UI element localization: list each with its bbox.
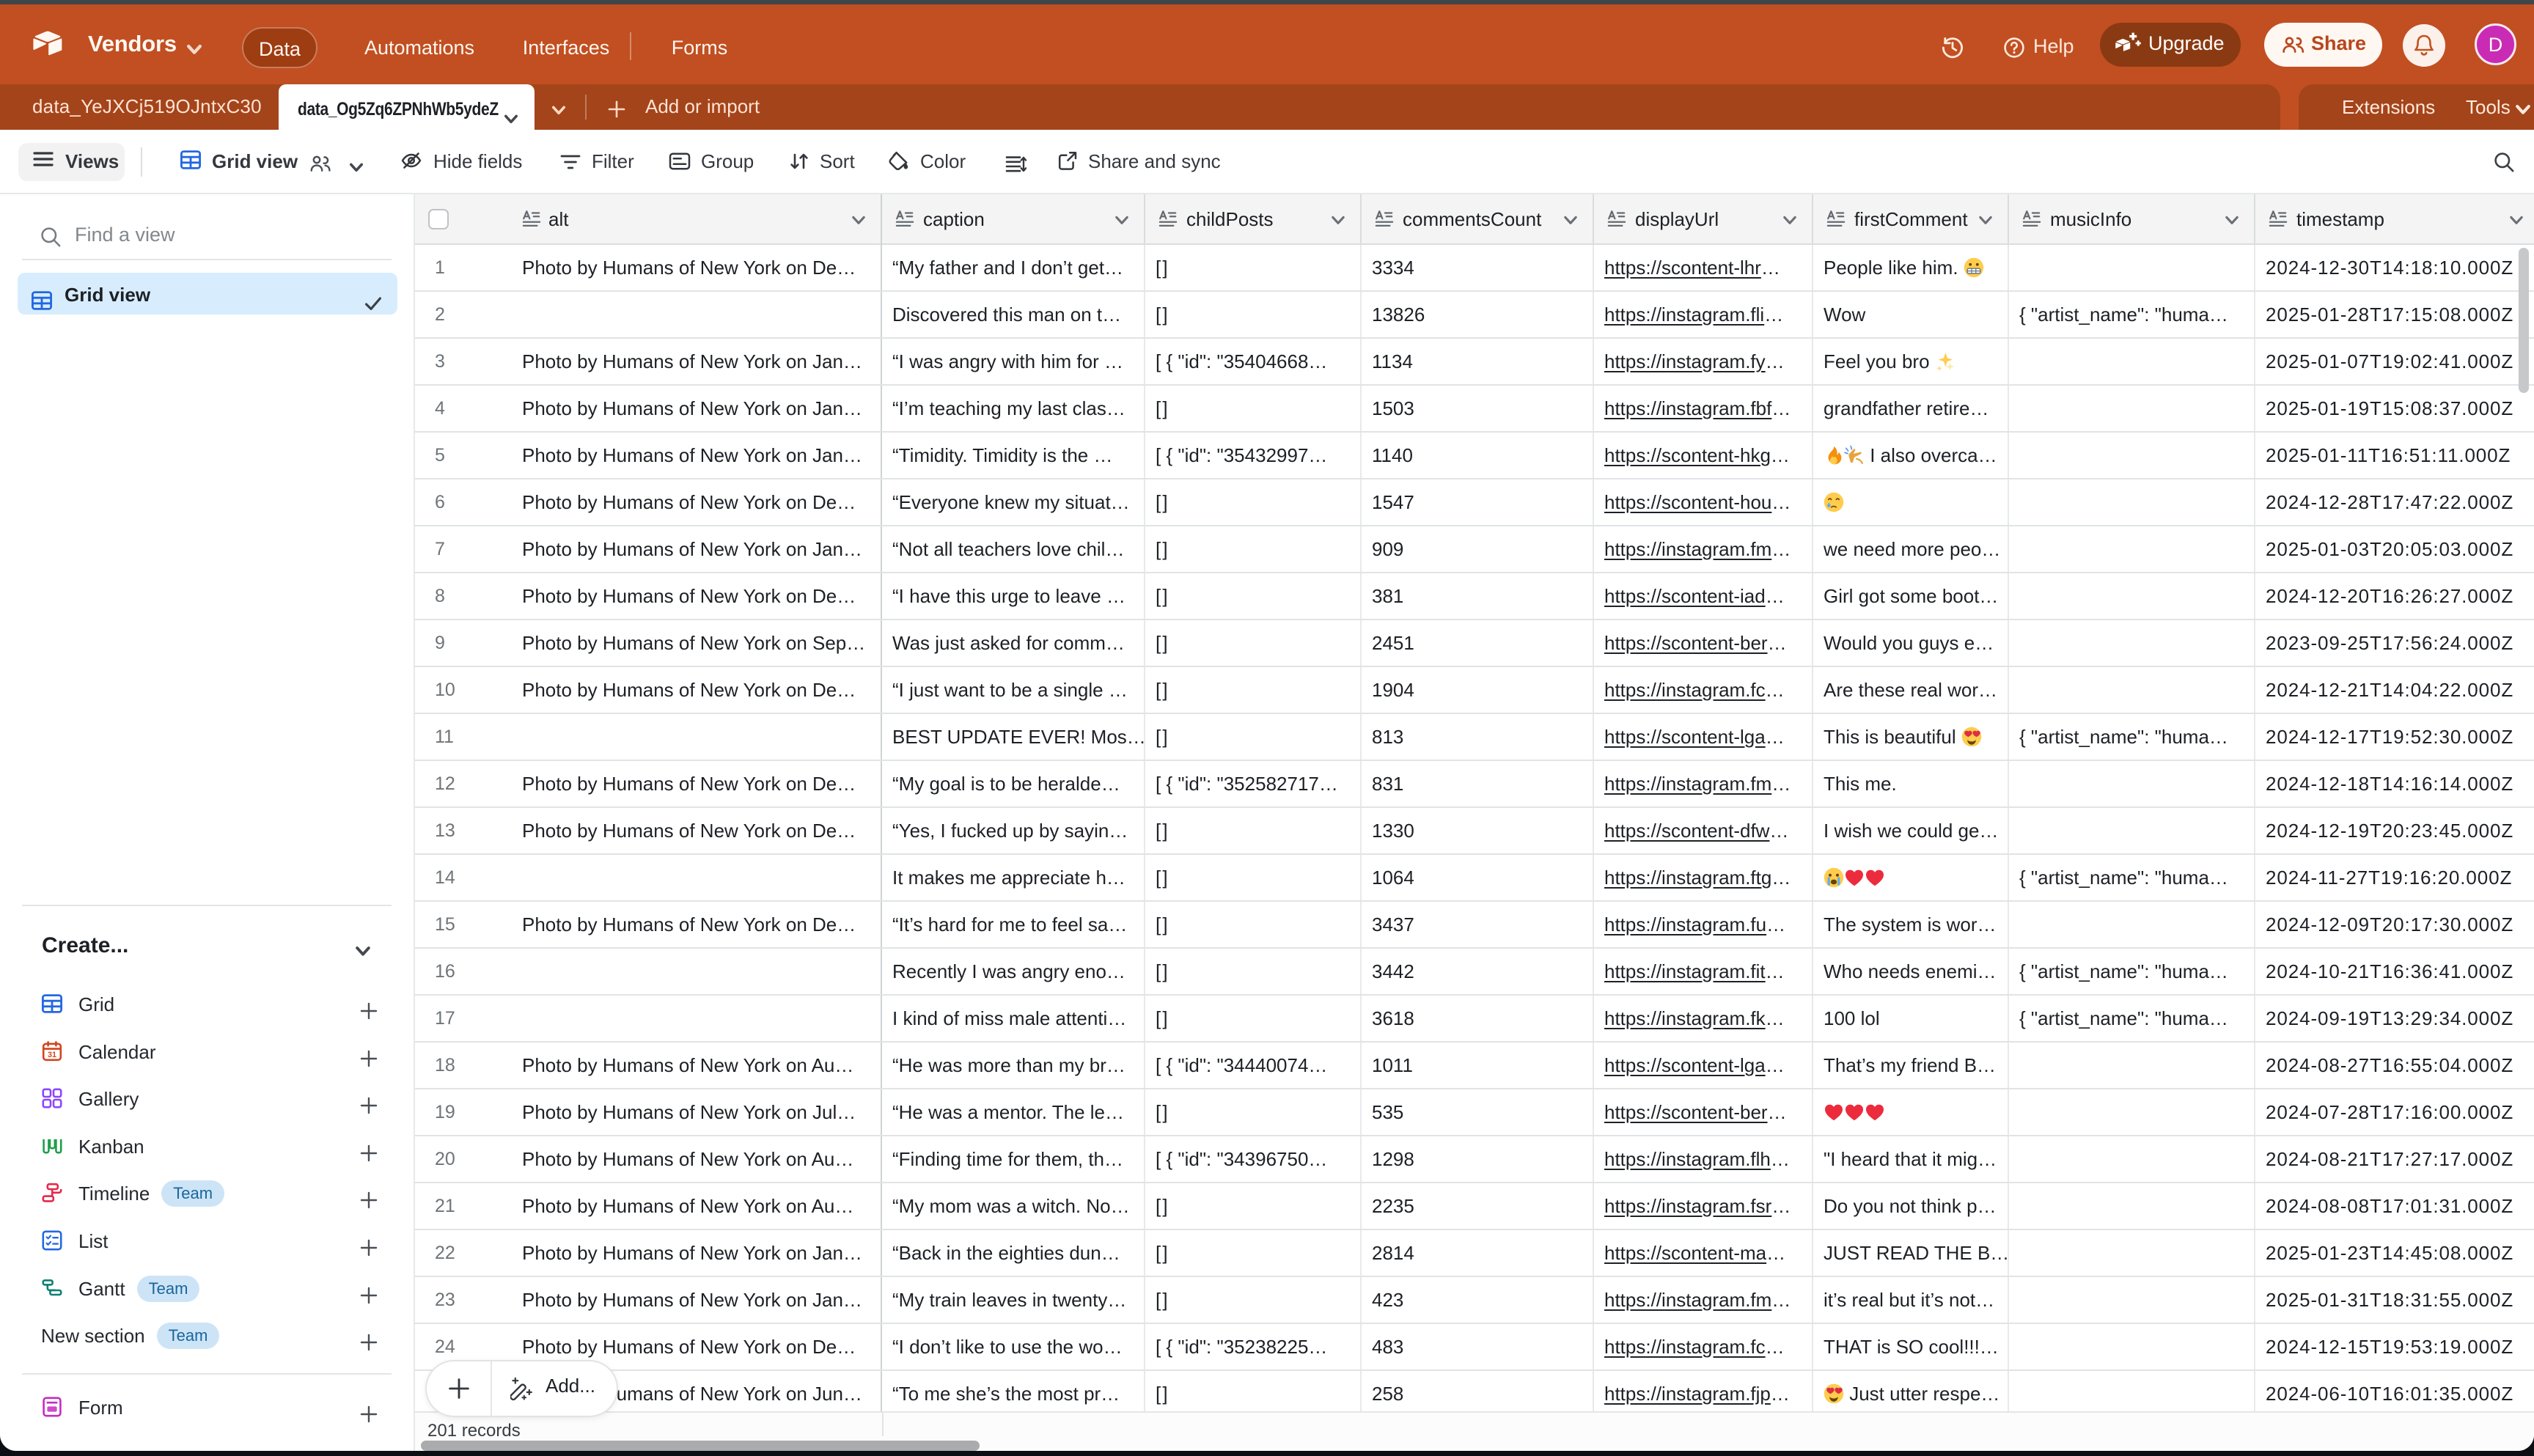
svg-text:31: 31 <box>48 1051 56 1059</box>
